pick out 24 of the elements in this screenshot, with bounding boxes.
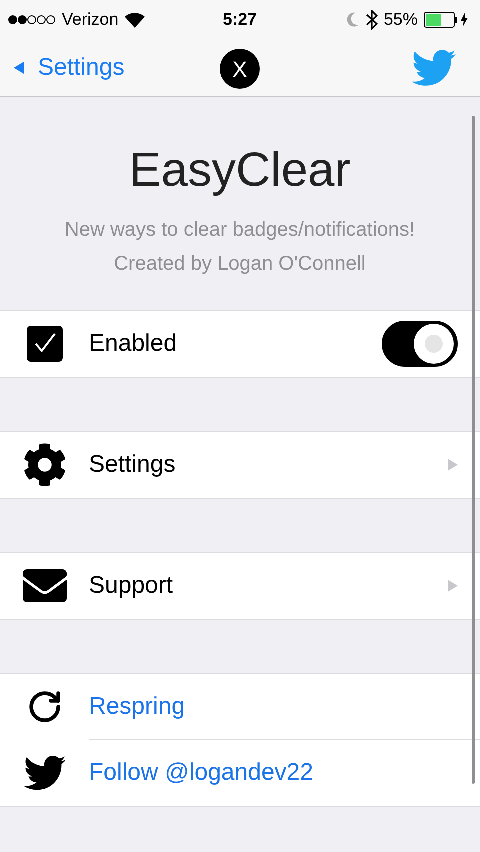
row-label[interactable]: Follow @logandev22 <box>89 755 458 791</box>
signal-icon <box>8 15 56 25</box>
bluetooth-icon <box>366 10 378 30</box>
refresh-icon <box>26 689 62 725</box>
back-arrow-icon <box>14 62 24 74</box>
wifi-icon <box>124 12 145 28</box>
chevron-icon <box>448 580 458 592</box>
row-label[interactable]: Settings <box>89 447 448 483</box>
clock: 5:27 <box>222 9 258 32</box>
carrier-label: Verizon <box>62 9 119 32</box>
subtitle: New ways to clear badges/notifications! <box>64 218 416 243</box>
app-title: EasyClear <box>129 147 351 195</box>
moon-icon <box>346 12 360 28</box>
row-label[interactable]: Respring <box>89 688 458 724</box>
x-badge: X <box>220 49 260 89</box>
toggle-switch[interactable] <box>382 321 458 367</box>
back-button[interactable]: Settings <box>14 50 125 86</box>
gear-icon <box>22 443 66 487</box>
author-credit: Created by Logan O'Connell <box>114 252 366 277</box>
checkbox-icon <box>26 326 62 362</box>
battery-percent: 55% <box>384 9 418 32</box>
row-label[interactable]: Support <box>89 568 448 604</box>
chevron-icon <box>448 459 458 471</box>
row-label[interactable]: Enabled <box>89 326 382 362</box>
